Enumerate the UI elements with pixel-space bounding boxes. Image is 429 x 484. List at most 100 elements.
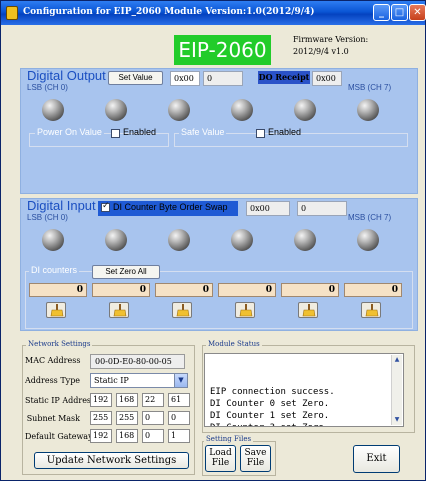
broom-icon <box>113 304 127 317</box>
mac-address-field: 00-0D-E0-80-00-05 <box>90 354 185 369</box>
di-hex-field: 0x00 <box>246 201 290 216</box>
scroll-up-icon[interactable]: ▲ <box>392 355 402 365</box>
power-on-enabled-label: Enabled <box>123 127 157 137</box>
gateway-octet-3[interactable]: 0 <box>142 429 164 443</box>
do-receipt-value: 0x00 <box>312 71 342 86</box>
load-file-label-1: Load <box>209 448 232 458</box>
subnet-octet-1[interactable]: 255 <box>90 411 112 425</box>
di-led-ch3 <box>231 229 253 251</box>
broom-icon <box>302 304 316 317</box>
load-file-button[interactable]: Load File <box>205 445 236 472</box>
title-bar[interactable]: Configuration for EIP_2060 Module Versio… <box>1 1 426 25</box>
firmware-value: 2012/9/4 v1.0 <box>293 47 349 56</box>
di-swap-option[interactable]: DI Counter Byte Order Swap <box>98 201 238 216</box>
clear-counter-3-button[interactable] <box>235 302 255 318</box>
save-file-label-1: Save <box>244 448 267 458</box>
power-on-value-label: Power On Value <box>35 127 104 137</box>
di-swap-checkbox[interactable] <box>101 201 110 212</box>
clear-counter-1-button[interactable] <box>109 302 129 318</box>
do-led-ch5[interactable] <box>357 99 379 121</box>
set-zero-all-button[interactable]: Set Zero All <box>92 265 160 279</box>
di-counters-group <box>25 271 413 329</box>
static-ip-octet-4[interactable]: 61 <box>168 393 190 407</box>
di-swap-label: DI Counter Byte Order Swap <box>113 202 228 212</box>
di-counter-5: 0 <box>344 283 402 297</box>
do-led-ch2[interactable] <box>168 99 190 121</box>
set-value-button[interactable]: Set Value <box>108 71 163 85</box>
do-led-ch1[interactable] <box>105 99 127 121</box>
safe-enabled-checkbox[interactable] <box>256 129 265 138</box>
module-status-log[interactable]: EIP connection success. DI Counter 0 set… <box>204 353 404 427</box>
static-ip-octet-2[interactable]: 168 <box>116 393 138 407</box>
do-decimal-field: 0 <box>203 71 243 86</box>
di-counter-2: 0 <box>155 283 213 297</box>
clear-counter-5-button[interactable] <box>361 302 381 318</box>
static-ip-label: Static IP Address <box>25 396 96 405</box>
di-counters-label: DI counters <box>29 265 80 275</box>
di-led-ch2 <box>168 229 190 251</box>
broom-icon <box>176 304 190 317</box>
subnet-octet-2[interactable]: 255 <box>116 411 138 425</box>
do-hex-input[interactable]: 0x00 <box>170 71 200 86</box>
clear-counter-4-button[interactable] <box>298 302 318 318</box>
subnet-octet-3[interactable]: 0 <box>142 411 164 425</box>
exit-button[interactable]: Exit <box>353 445 400 473</box>
update-network-settings-button[interactable]: Update Network Settings <box>34 452 189 469</box>
network-settings-label: Network Settings <box>26 340 93 348</box>
address-type-label: Address Type <box>25 376 81 385</box>
broom-icon <box>365 304 379 317</box>
scroll-down-icon[interactable]: ▼ <box>392 415 402 425</box>
safe-value-label: Safe Value <box>179 127 227 137</box>
gateway-octet-4[interactable]: 1 <box>168 429 190 443</box>
di-led-ch4 <box>294 229 316 251</box>
save-file-button[interactable]: Save File <box>240 445 271 472</box>
do-led-ch0[interactable] <box>42 99 64 121</box>
di-decimal-field: 0 <box>297 201 347 216</box>
load-file-label-2: File <box>211 458 230 468</box>
safe-enabled-label: Enabled <box>268 127 302 137</box>
module-status-label: Module Status <box>206 340 262 348</box>
do-lsb-label: LSB (CH 0) <box>27 83 68 92</box>
subnet-octet-4[interactable]: 0 <box>168 411 190 425</box>
status-log-text: EIP connection success. DI Counter 0 set… <box>210 387 335 426</box>
digital-output-title: Digital Output <box>27 68 106 83</box>
gateway-octet-1[interactable]: 192 <box>90 429 112 443</box>
do-led-ch3[interactable] <box>231 99 253 121</box>
gateway-octet-2[interactable]: 168 <box>116 429 138 443</box>
close-button[interactable]: ✕ <box>409 4 426 21</box>
status-scrollbar[interactable]: ▲ ▼ <box>391 355 402 425</box>
static-ip-octet-3[interactable]: 22 <box>142 393 164 407</box>
app-icon <box>6 6 18 20</box>
do-receipt-label: DO Receipt <box>258 71 310 84</box>
di-led-ch5 <box>357 229 379 251</box>
save-file-label-2: File <box>246 458 265 468</box>
di-led-ch1 <box>105 229 127 251</box>
address-type-select[interactable]: Static IP ▼ <box>90 373 188 388</box>
window-title: Configuration for EIP_2060 Module Versio… <box>23 7 315 17</box>
minimize-icon: _ <box>379 7 384 18</box>
close-icon: ✕ <box>413 7 422 18</box>
broom-icon <box>239 304 253 317</box>
power-on-enabled-checkbox[interactable] <box>111 129 120 138</box>
minimize-button[interactable]: _ <box>373 4 390 21</box>
clear-counter-2-button[interactable] <box>172 302 192 318</box>
maximize-button[interactable]: □ <box>391 4 408 21</box>
default-gateway-label: Default Gateway <box>25 432 93 441</box>
firmware-label: Firmware Version: <box>293 35 369 44</box>
di-counter-0: 0 <box>29 283 87 297</box>
address-type-value: Static IP <box>94 376 129 385</box>
static-ip-octet-1[interactable]: 192 <box>90 393 112 407</box>
setting-files-label: Setting Files <box>204 435 254 443</box>
subnet-mask-label: Subnet Mask <box>26 414 80 423</box>
digital-output-panel: Digital Output Set Value 0x00 0 DO Recei… <box>20 68 418 194</box>
mac-address-label: MAC Address <box>25 356 81 365</box>
chevron-down-icon[interactable]: ▼ <box>174 374 187 387</box>
clear-counter-0-button[interactable] <box>46 302 66 318</box>
di-led-ch0 <box>42 229 64 251</box>
do-led-ch4[interactable] <box>294 99 316 121</box>
do-msb-label: MSB (CH 7) <box>348 83 392 92</box>
maximize-icon: □ <box>394 7 405 18</box>
di-counter-4: 0 <box>281 283 339 297</box>
di-counter-3: 0 <box>218 283 276 297</box>
digital-input-title: Digital Input <box>27 198 96 213</box>
